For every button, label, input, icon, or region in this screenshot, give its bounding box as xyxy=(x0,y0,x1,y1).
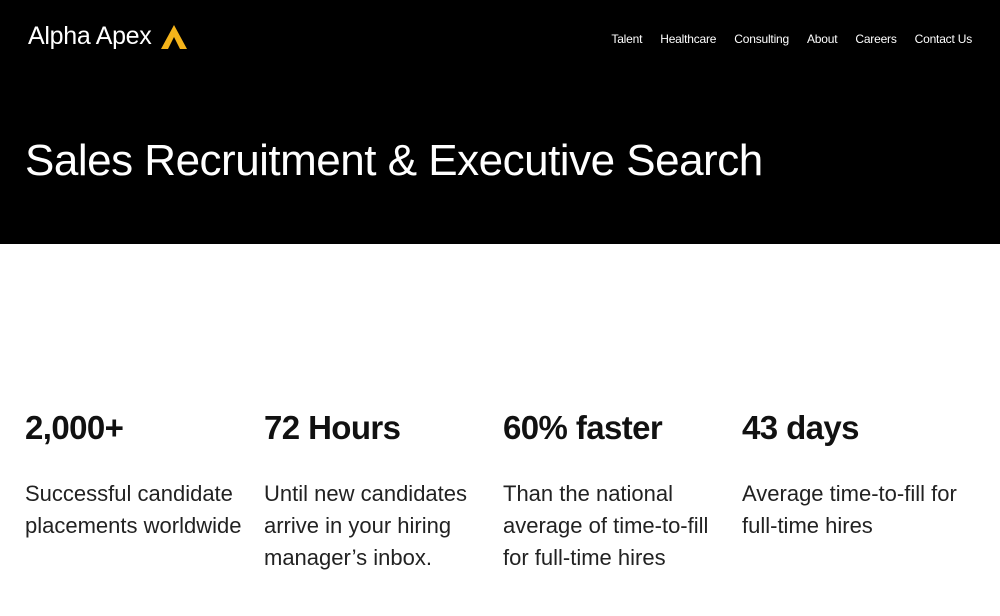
nav-item-careers: Careers xyxy=(855,30,896,48)
stat-time-to-fill: 43 days Average time-to-fill for full-ti… xyxy=(742,408,981,574)
main-nav: Talent Healthcare Consulting About Caree… xyxy=(611,30,972,48)
nav-link-careers[interactable]: Careers xyxy=(855,32,896,46)
stat-value: 72 Hours xyxy=(264,409,401,446)
stats-section: 2,000+ Successful candidate placements w… xyxy=(25,408,981,574)
apex-triangle-icon xyxy=(160,24,187,49)
stat-response-time: 72 Hours Until new candidates arrive in … xyxy=(264,408,503,574)
stat-description: Average time-to-fill for full-time hires xyxy=(742,481,957,538)
nav-item-talent: Talent xyxy=(611,30,642,48)
nav-item-contact-us: Contact Us xyxy=(915,30,973,48)
stat-value: 60% faster xyxy=(503,409,663,446)
stat-description: Until new candidates arrive in your hiri… xyxy=(264,481,468,570)
nav-link-consulting[interactable]: Consulting xyxy=(734,32,789,46)
stat-placements: 2,000+ Successful candidate placements w… xyxy=(25,408,264,574)
nav-item-consulting: Consulting xyxy=(734,30,789,48)
stat-description: Than the national average of time-to-fil… xyxy=(503,481,709,570)
stat-value: 43 days xyxy=(742,409,860,446)
nav-link-healthcare[interactable]: Healthcare xyxy=(660,32,716,46)
page-title: Sales Recruitment & Executive Search xyxy=(25,136,763,185)
stat-value: 2,000+ xyxy=(25,409,124,446)
nav-item-healthcare: Healthcare xyxy=(660,30,716,48)
nav-link-talent[interactable]: Talent xyxy=(611,32,642,46)
nav-item-about: About xyxy=(807,30,838,48)
logo-text: Alpha Apex xyxy=(28,22,152,50)
stat-description: Successful candidate placements worldwid… xyxy=(25,481,242,538)
nav-link-contact-us[interactable]: Contact Us xyxy=(915,32,973,46)
nav-link-about[interactable]: About xyxy=(807,32,838,46)
hero-banner: Alpha Apex Talent Healthcare Consulting … xyxy=(0,0,1000,244)
stat-speed: 60% faster Than the national average of … xyxy=(503,408,742,574)
logo-link[interactable]: Alpha Apex xyxy=(28,22,188,51)
